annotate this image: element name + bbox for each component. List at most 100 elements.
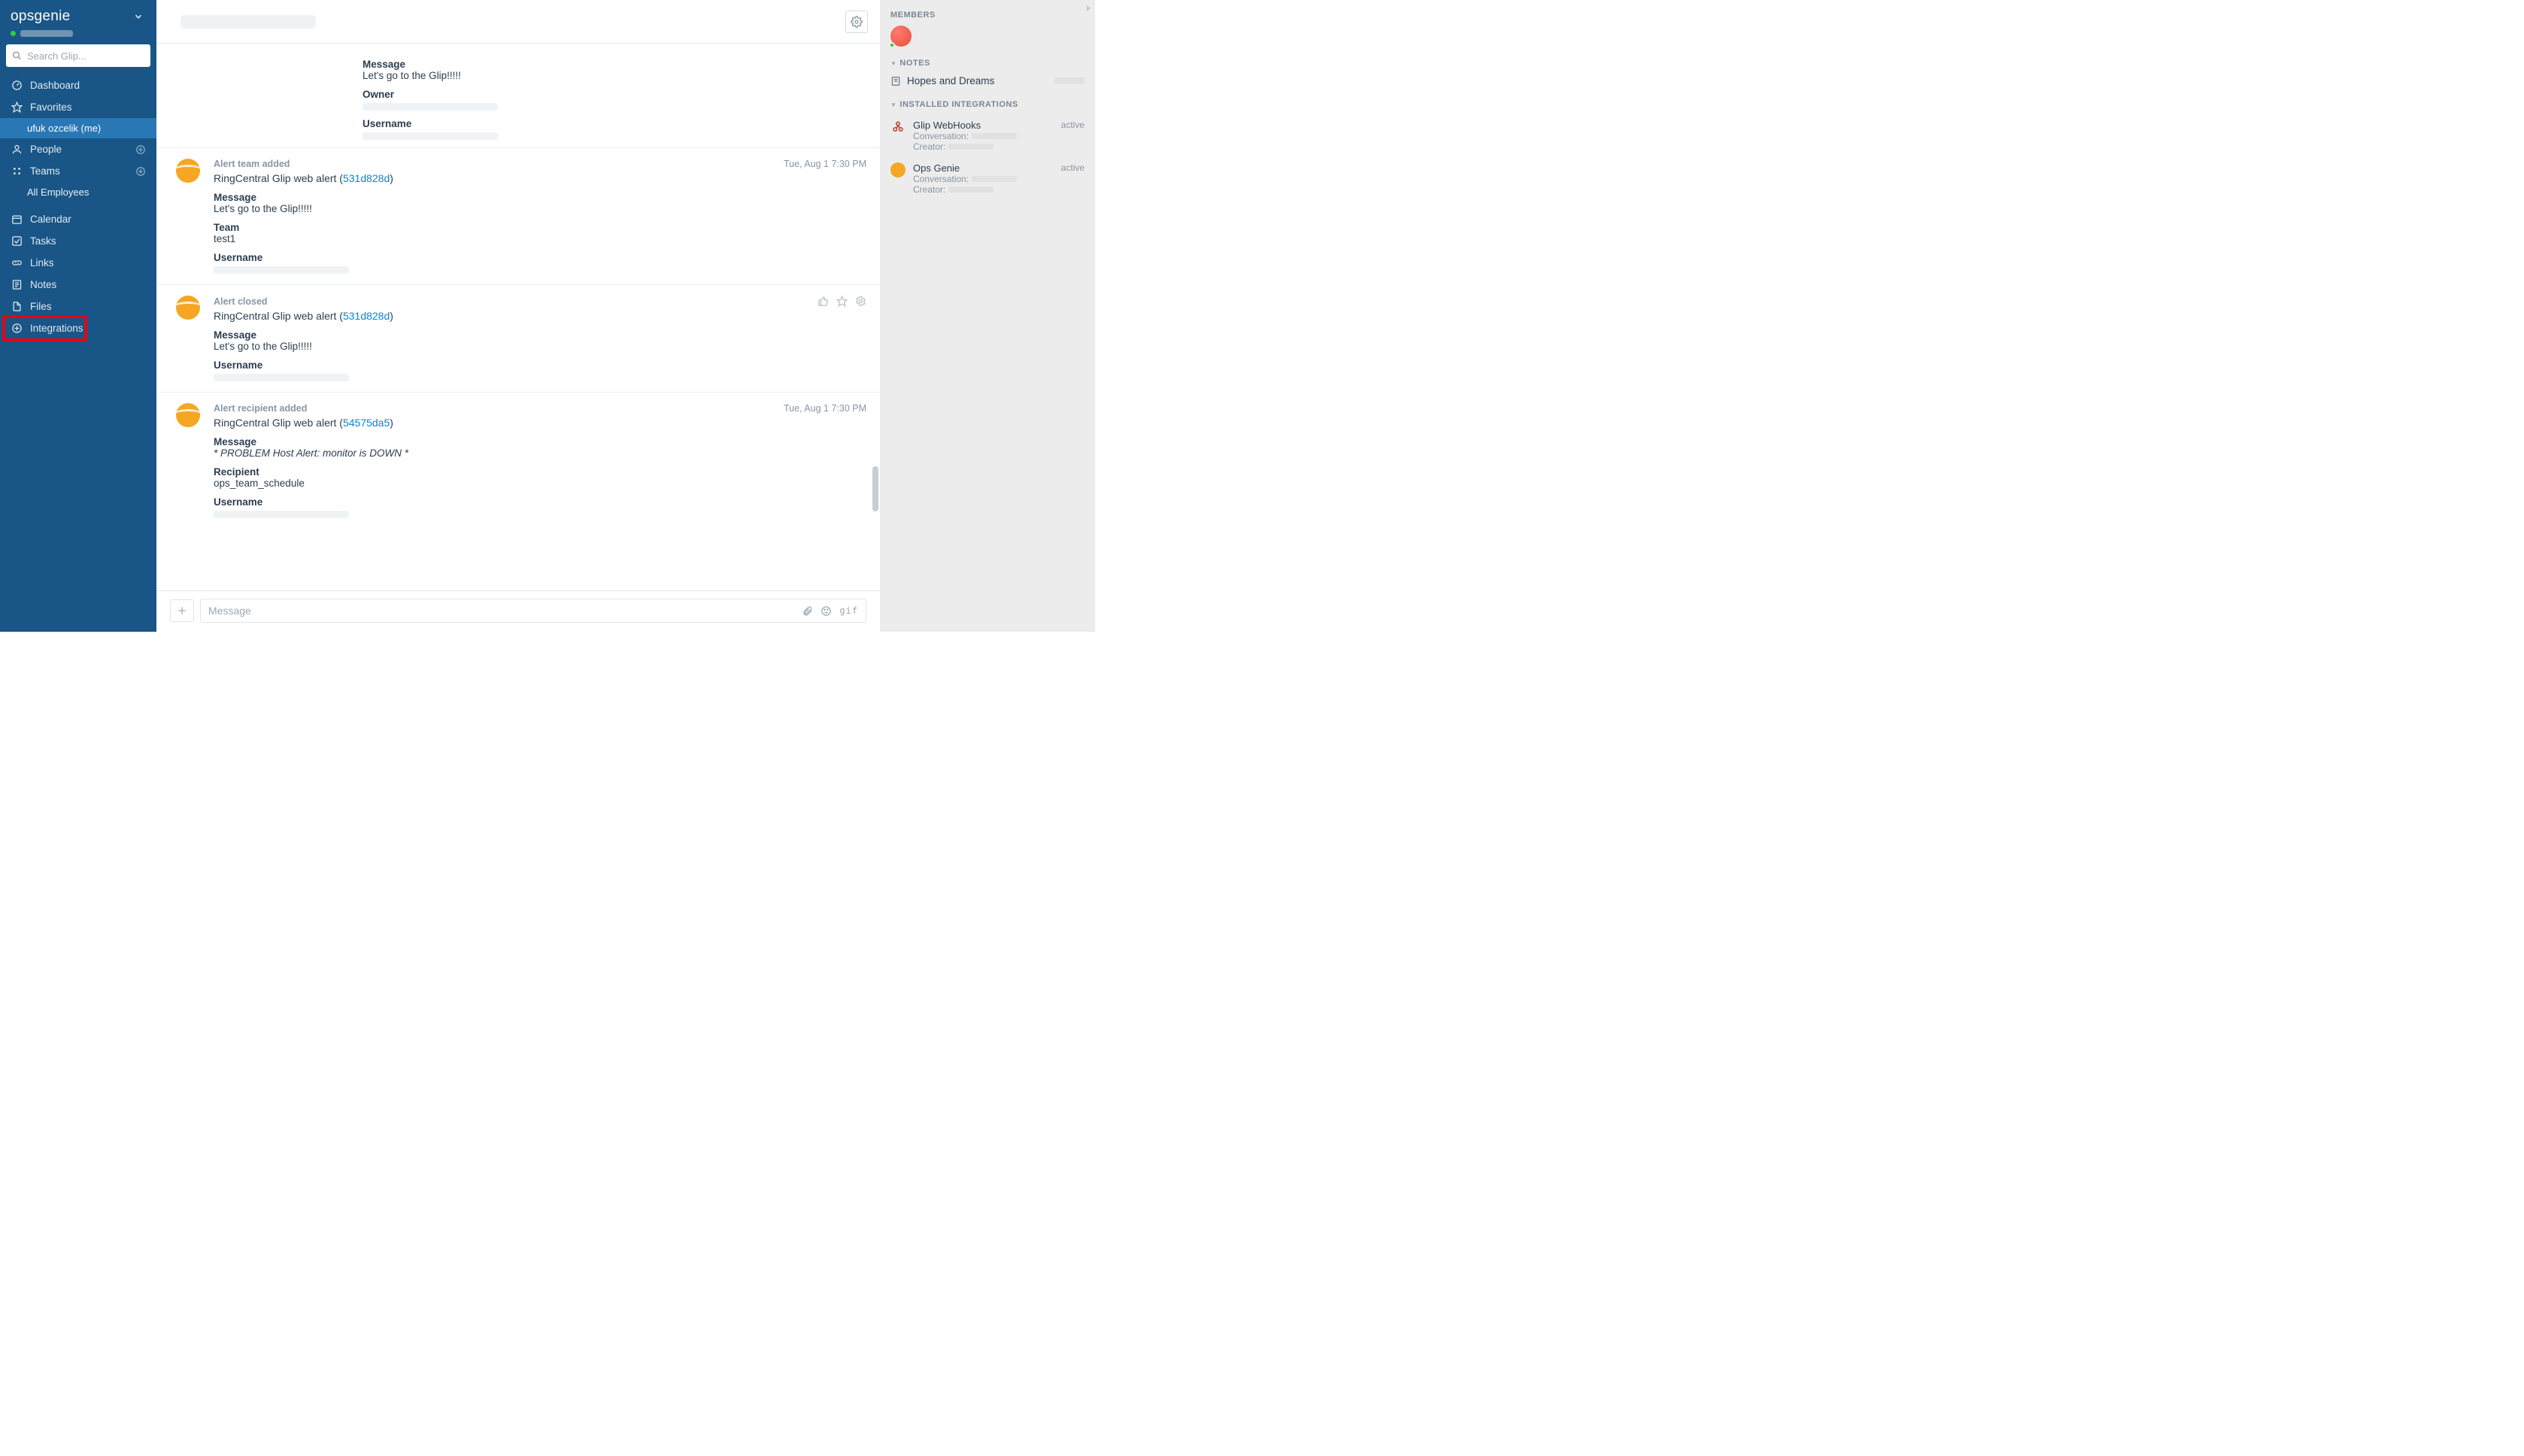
add-team-icon[interactable] xyxy=(135,166,146,177)
search-icon xyxy=(12,51,22,61)
nav-links[interactable]: Links xyxy=(0,252,156,274)
message-kind: Alert recipient added xyxy=(214,403,307,414)
field-label: Message xyxy=(214,436,866,447)
workspace-switcher-chevron[interactable] xyxy=(129,8,147,26)
add-person-icon[interactable] xyxy=(135,144,146,155)
opsgenie-icon xyxy=(890,162,906,177)
field-value: Let's go to the Glip!!!!! xyxy=(363,70,866,81)
integration-creator: Creator: xyxy=(913,184,1054,195)
integration-creator: Creator: xyxy=(913,141,1054,152)
message-kind: Alert team added xyxy=(214,159,290,169)
nav-dashboard[interactable]: Dashboard xyxy=(0,74,156,96)
note-item[interactable]: Hopes and Dreams xyxy=(890,74,1085,88)
message-list[interactable]: Message Let's go to the Glip!!!!! Owner … xyxy=(156,44,880,590)
like-button[interactable] xyxy=(818,296,829,307)
field-label: Owner xyxy=(363,89,866,100)
integration-conversation: Conversation: xyxy=(913,131,1054,141)
message-row: Alert recipient addedTue, Aug 1 7:30 PMR… xyxy=(156,392,880,529)
nav-integrations-label: Integrations xyxy=(30,323,83,334)
nav-tasks-label: Tasks xyxy=(30,235,56,247)
star-icon xyxy=(11,102,23,113)
chevron-collapse-icon xyxy=(1085,3,1094,14)
gif-button[interactable]: gif xyxy=(839,605,858,617)
field-label: Username xyxy=(363,118,866,129)
right-panel: MEMBERS NOTES Hopes and Dreams INSTALLED… xyxy=(880,0,1095,632)
nav-files-label: Files xyxy=(30,301,52,312)
user-status[interactable] xyxy=(0,30,156,44)
conversation-settings-button[interactable] xyxy=(845,11,868,33)
gear-icon xyxy=(851,16,863,28)
paperclip-icon xyxy=(802,605,813,617)
integration-item[interactable]: Ops GenieConversation:Creator:active xyxy=(890,158,1085,201)
note-meta-redacted xyxy=(1054,77,1085,84)
bot-avatar xyxy=(176,296,200,320)
collapse-right-panel-button[interactable] xyxy=(1085,3,1094,14)
nav-people-label: People xyxy=(30,144,62,155)
check-square-icon xyxy=(11,235,23,247)
left-sidebar: opsgenie Dashboard xyxy=(0,0,156,632)
alert-id-link[interactable]: 54575da5 xyxy=(343,417,390,429)
message-time: Tue, Aug 1 7:30 PM xyxy=(784,403,866,414)
nav-tasks[interactable]: Tasks xyxy=(0,230,156,252)
field-value-redacted xyxy=(214,511,349,518)
conversation-title-redacted xyxy=(181,15,316,29)
attach-button[interactable] xyxy=(802,605,813,617)
dashboard-icon xyxy=(11,80,23,91)
plus-icon xyxy=(177,605,187,616)
bot-avatar xyxy=(176,159,200,183)
message-row: Alert team addedTue, Aug 1 7:30 PMRingCe… xyxy=(156,147,880,284)
compose-input[interactable] xyxy=(208,605,796,617)
scrollbar-thumb[interactable] xyxy=(872,466,878,511)
integration-status: active xyxy=(1061,162,1085,173)
thumbs-up-icon xyxy=(818,296,829,307)
nav-favorites[interactable]: Favorites xyxy=(0,96,156,118)
gear-icon xyxy=(855,296,866,307)
presence-dot-icon xyxy=(889,42,895,48)
field-value-redacted xyxy=(214,266,349,274)
note-item-label: Hopes and Dreams xyxy=(907,75,994,86)
message-summary: RingCentral Glip web alert (531d828d) xyxy=(214,172,866,184)
integration-name: Ops Genie xyxy=(913,162,1054,174)
conversation-header xyxy=(156,0,880,44)
field-label: Message xyxy=(214,329,866,341)
nav-notes-label: Notes xyxy=(30,279,56,290)
file-icon xyxy=(11,301,23,312)
alert-id-link[interactable]: 531d828d xyxy=(343,172,390,184)
teams-icon xyxy=(11,165,23,177)
field-value: Let's go to the Glip!!!!! xyxy=(214,203,866,214)
calendar-icon xyxy=(11,214,23,225)
nav-teams[interactable]: Teams xyxy=(0,160,156,182)
team-item-all-employees[interactable]: All Employees xyxy=(0,182,156,202)
notes-header[interactable]: NOTES xyxy=(890,59,1085,68)
workspace-name[interactable]: opsgenie xyxy=(11,8,71,25)
partial-message: Message Let's go to the Glip!!!!! Owner … xyxy=(156,44,880,147)
person-icon xyxy=(11,144,23,155)
favorite-item-me[interactable]: ufuk ozcelik (me) xyxy=(0,118,156,138)
message-summary: RingCentral Glip web alert (531d828d) xyxy=(214,310,866,322)
field-label: Message xyxy=(363,59,866,70)
plus-circle-icon xyxy=(11,323,23,334)
field-value: ops_team_schedule xyxy=(214,478,866,489)
emoji-button[interactable] xyxy=(821,605,832,617)
nav-people[interactable]: People xyxy=(0,138,156,160)
integrations-header[interactable]: INSTALLED INTEGRATIONS xyxy=(890,100,1085,109)
bot-avatar xyxy=(176,403,200,427)
nav-integrations[interactable]: Integrations xyxy=(0,317,156,339)
message-settings-button[interactable] xyxy=(855,296,866,307)
member-avatar[interactable] xyxy=(890,26,912,47)
members-header: MEMBERS xyxy=(890,11,1085,20)
compose-add-button[interactable] xyxy=(170,599,194,622)
nav-links-label: Links xyxy=(30,257,54,268)
search-input[interactable] xyxy=(6,44,150,67)
nav-calendar-label: Calendar xyxy=(30,214,71,225)
field-label: Username xyxy=(214,359,866,371)
username-redacted xyxy=(20,30,73,37)
nav-files[interactable]: Files xyxy=(0,296,156,317)
message-kind: Alert closed xyxy=(214,296,268,307)
alert-id-link[interactable]: 531d828d xyxy=(343,310,390,322)
favorite-button[interactable] xyxy=(836,296,848,307)
nav-calendar[interactable]: Calendar xyxy=(0,208,156,230)
integration-item[interactable]: Glip WebHooksConversation:Creator:active xyxy=(890,115,1085,158)
nav-notes[interactable]: Notes xyxy=(0,274,156,296)
field-value-redacted xyxy=(363,132,498,140)
